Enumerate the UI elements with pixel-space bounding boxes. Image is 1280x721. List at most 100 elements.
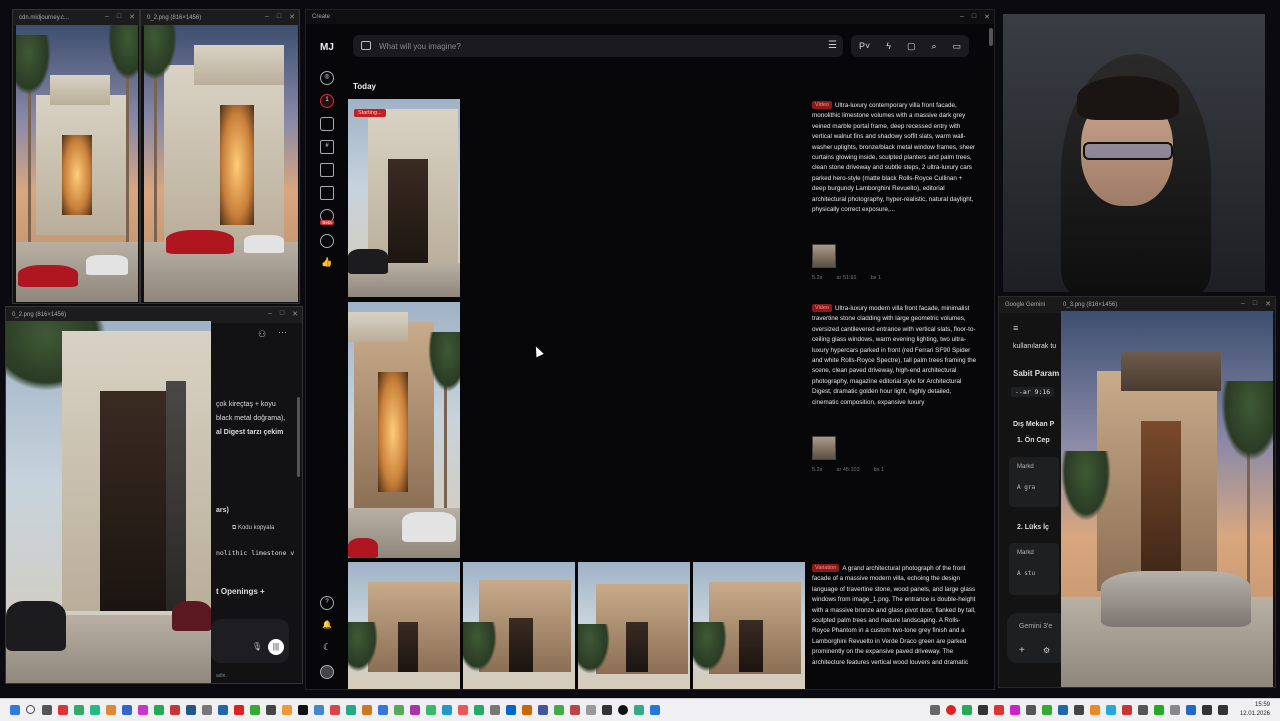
app-icon[interactable] <box>202 705 212 715</box>
app-icon[interactable] <box>346 705 356 715</box>
image-prompt-icon[interactable] <box>361 41 371 50</box>
grid-icon[interactable]: # <box>320 140 334 154</box>
plus-icon[interactable]: + <box>1019 645 1025 656</box>
close-icon[interactable]: ✕ <box>292 310 298 318</box>
tray-icon[interactable] <box>994 705 1004 715</box>
lightning-icon[interactable]: ϟ <box>886 41 891 51</box>
app-icon[interactable] <box>74 705 84 715</box>
tray-icon[interactable] <box>978 705 988 715</box>
folder-icon[interactable]: ▭ <box>952 41 961 52</box>
app-icon[interactable] <box>362 705 372 715</box>
image-result-4[interactable] <box>693 562 805 689</box>
app-icon[interactable] <box>650 705 660 715</box>
maximize-icon[interactable]: □ <box>972 13 976 21</box>
explore-icon[interactable]: ◎ <box>320 71 334 85</box>
bell-icon[interactable]: 🔔 <box>320 619 334 633</box>
image-result-1[interactable] <box>348 562 460 689</box>
close-icon[interactable]: ✕ <box>289 13 295 21</box>
tray-icon[interactable] <box>946 705 956 715</box>
app-icon[interactable] <box>138 705 148 715</box>
minimize-icon[interactable]: – <box>960 13 964 21</box>
app-icon[interactable] <box>394 705 404 715</box>
job-prompt[interactable]: Variation A grand architectural photograp… <box>812 564 978 688</box>
tray-icon[interactable] <box>1074 705 1084 715</box>
maximize-icon[interactable]: □ <box>280 310 284 318</box>
tray-icon[interactable] <box>1186 705 1196 715</box>
search-icon[interactable]: ⌕ <box>931 41 936 52</box>
app-icon[interactable] <box>282 705 292 715</box>
start-icon[interactable] <box>10 705 20 715</box>
chat-input[interactable]: 🎙 ||| <box>211 619 289 663</box>
app-icon[interactable] <box>602 705 612 715</box>
chat-icon[interactable] <box>320 234 334 248</box>
app-icon[interactable] <box>522 705 532 715</box>
tray-icon[interactable] <box>1010 705 1020 715</box>
create-icon[interactable]: 1 <box>320 94 334 108</box>
app-icon[interactable] <box>106 705 116 715</box>
app-icon[interactable] <box>250 705 260 715</box>
job-prompt[interactable]: Video Ultra-luxury modern villa front fac… <box>812 304 978 408</box>
app-icon[interactable] <box>634 705 644 715</box>
volume-icon[interactable] <box>1218 705 1228 715</box>
edit-icon[interactable] <box>320 117 334 131</box>
voice-mode-button[interactable]: ||| <box>268 639 284 655</box>
moodboard-icon[interactable] <box>320 186 334 200</box>
help-icon[interactable]: ? <box>320 596 334 610</box>
profile-avatar[interactable] <box>320 665 334 679</box>
app-icon[interactable] <box>426 705 436 715</box>
reference-image-thumb[interactable] <box>812 244 836 268</box>
image-result-3[interactable] <box>578 562 690 689</box>
tray-icon[interactable] <box>1042 705 1052 715</box>
close-icon[interactable]: ✕ <box>1265 300 1271 308</box>
app-icon[interactable] <box>330 705 340 715</box>
app-icon[interactable] <box>90 705 100 715</box>
image-result-2[interactable] <box>463 562 575 689</box>
copy-code-button[interactable]: ⧉ Kodu kopyala <box>232 525 274 532</box>
app-icon[interactable] <box>538 705 548 715</box>
system-clock[interactable]: 15:59 12.01.2026 <box>1240 701 1270 719</box>
app-icon[interactable] <box>58 705 68 715</box>
person-icon[interactable]: ⚇ <box>258 329 266 340</box>
app-icon[interactable] <box>458 705 468 715</box>
close-icon[interactable]: ✕ <box>129 13 135 21</box>
job-prompt[interactable]: Video Ultra-luxury contemporary villa fro… <box>812 101 978 215</box>
minimize-icon[interactable]: – <box>268 310 272 318</box>
maximize-icon[interactable]: □ <box>117 13 121 21</box>
microphone-icon[interactable]: 🎙 <box>252 642 262 651</box>
app-icon[interactable] <box>570 705 580 715</box>
maximize-icon[interactable]: □ <box>277 13 281 21</box>
search-icon[interactable] <box>26 705 35 714</box>
app-icon[interactable] <box>218 705 228 715</box>
app-icon[interactable] <box>170 705 180 715</box>
menu-icon[interactable]: ≡ <box>1013 323 1018 333</box>
window-titlebar[interactable]: Create – □ ✕ <box>306 10 994 24</box>
wifi-icon[interactable] <box>1202 705 1212 715</box>
maximize-icon[interactable]: □ <box>1253 300 1257 308</box>
personalize-toggle-icon[interactable]: P˅ <box>859 41 870 51</box>
window-titlebar[interactable]: cdn.midjourney.c... – □ ✕ <box>13 10 139 26</box>
minimize-icon[interactable]: – <box>1241 300 1245 308</box>
app-icon[interactable] <box>586 705 596 715</box>
chat-bubble-icon[interactable]: ▢ <box>907 41 916 52</box>
tray-icon[interactable] <box>1170 705 1180 715</box>
minimize-icon[interactable]: – <box>105 13 109 21</box>
more-icon[interactable]: ⋯ <box>278 327 287 338</box>
app-icon[interactable] <box>506 705 516 715</box>
reference-image-thumb[interactable] <box>812 436 836 460</box>
video-thumbnail[interactable] <box>348 302 460 558</box>
app-icon[interactable] <box>154 705 164 715</box>
tray-icon[interactable] <box>930 705 940 715</box>
tray-icon[interactable] <box>1090 705 1100 715</box>
tray-icon[interactable] <box>1106 705 1116 715</box>
app-icon[interactable] <box>266 705 276 715</box>
video-thumbnail[interactable]: Starting... <box>348 99 460 297</box>
midjourney-logo[interactable]: MJ <box>320 42 334 53</box>
app-icon[interactable] <box>474 705 484 715</box>
tray-icon[interactable] <box>1058 705 1068 715</box>
app-icon[interactable] <box>554 705 564 715</box>
tray-icon[interactable] <box>1138 705 1148 715</box>
gemini-input[interactable]: Gemini 3'e + ⚙ <box>1007 613 1067 663</box>
scrollbar[interactable] <box>297 397 300 477</box>
minimize-icon[interactable]: – <box>265 13 269 21</box>
tools-icon[interactable]: ⚙ <box>1043 646 1050 655</box>
